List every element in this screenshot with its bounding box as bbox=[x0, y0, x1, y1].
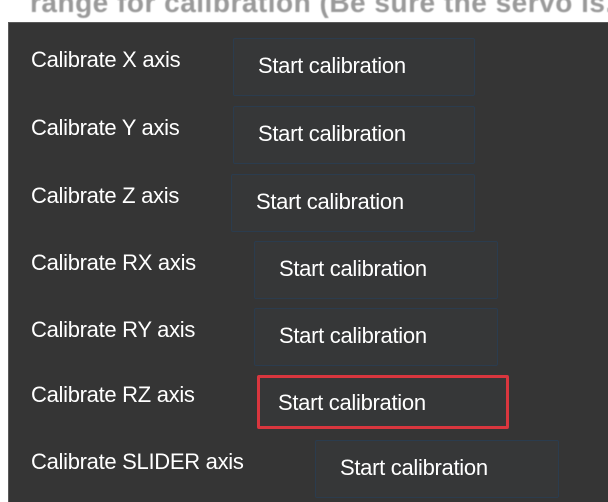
row-label-x: Calibrate X axis bbox=[31, 47, 181, 72]
start-calibration-z-button[interactable]: Start calibration bbox=[231, 174, 475, 232]
calibration-row-z: Calibrate Z axis Start calibration bbox=[9, 169, 608, 232]
start-calibration-rx-button[interactable]: Start calibration bbox=[254, 241, 498, 299]
calibration-row-x: Calibrate X axis Start calibration bbox=[9, 33, 608, 96]
start-calibration-x-button[interactable]: Start calibration bbox=[233, 38, 475, 96]
calibration-row-rz: Calibrate RZ axis Start calibration bbox=[9, 368, 608, 429]
calibration-row-y: Calibrate Y axis Start calibration bbox=[9, 101, 608, 164]
start-calibration-ry-button[interactable]: Start calibration bbox=[254, 308, 498, 366]
start-calibration-rz-button[interactable]: Start calibration bbox=[257, 375, 509, 429]
row-label-rz: Calibrate RZ axis bbox=[31, 382, 195, 407]
calibration-row-ry: Calibrate RY axis Start calibration bbox=[9, 303, 608, 366]
cropped-header: range for calibration (Be sure the servo… bbox=[0, 0, 608, 24]
calibration-row-slider: Calibrate SLIDER axis Start calibration bbox=[9, 435, 608, 498]
calibration-panel: Calibrate X axis Start calibration Calib… bbox=[8, 22, 608, 502]
header-title: range for calibration (Be sure the servo… bbox=[30, 0, 608, 18]
button-label: Start calibration bbox=[278, 390, 426, 415]
button-label: Start calibration bbox=[258, 121, 406, 146]
button-label: Start calibration bbox=[279, 256, 427, 281]
calibration-row-rx: Calibrate RX axis Start calibration bbox=[9, 236, 608, 299]
button-label: Start calibration bbox=[256, 189, 404, 214]
row-label-rx: Calibrate RX axis bbox=[31, 250, 196, 275]
row-label-ry: Calibrate RY axis bbox=[31, 317, 196, 342]
start-calibration-slider-button[interactable]: Start calibration bbox=[315, 440, 559, 498]
row-label-slider: Calibrate SLIDER axis bbox=[31, 449, 244, 474]
start-calibration-y-button[interactable]: Start calibration bbox=[233, 106, 475, 164]
row-label-y: Calibrate Y axis bbox=[31, 115, 180, 140]
row-label-z: Calibrate Z axis bbox=[31, 183, 180, 208]
button-label: Start calibration bbox=[279, 323, 427, 348]
button-label: Start calibration bbox=[258, 53, 406, 78]
button-label: Start calibration bbox=[340, 455, 488, 480]
